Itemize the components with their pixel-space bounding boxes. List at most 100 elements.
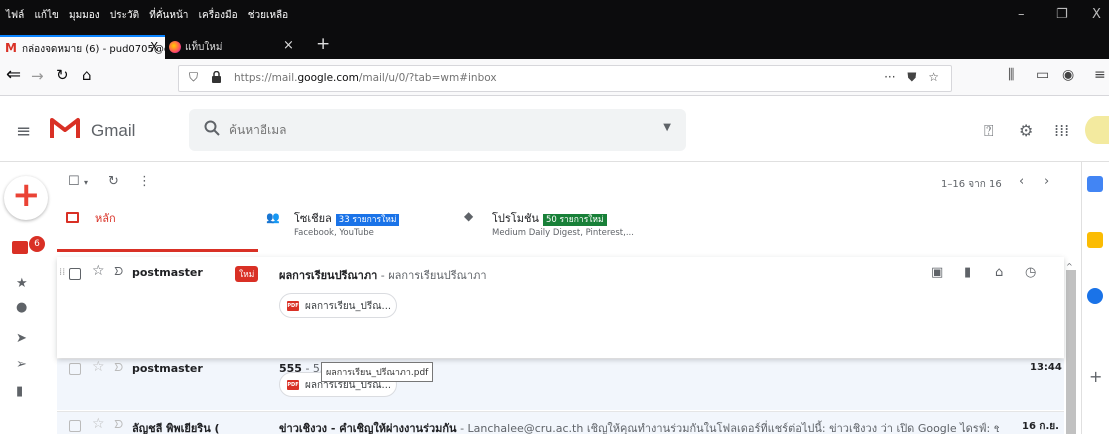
- menu-view[interactable]: มุมมอง: [69, 10, 100, 21]
- account-icon[interactable]: ◉: [1062, 67, 1074, 83]
- scrollbar[interactable]: [1066, 270, 1076, 434]
- lock-icon[interactable]: [212, 71, 221, 83]
- row-checkbox[interactable]: [69, 420, 81, 432]
- avatar[interactable]: [1085, 116, 1109, 144]
- sidebar-toggle-icon[interactable]: ▭: [1036, 67, 1049, 83]
- gmail-logo-text[interactable]: Gmail: [91, 121, 135, 141]
- important-icon[interactable]: ➤: [16, 331, 27, 346]
- attachment-name: ผลการเรียน_ปรีณ...: [305, 301, 392, 312]
- tab-gmail-label: กล่องจดหมาย (6) - pud0705@g: [22, 44, 171, 55]
- primary-inbox-icon: [66, 212, 79, 223]
- add-addon-icon[interactable]: +: [1089, 367, 1102, 386]
- select-dropdown-icon[interactable]: ▾: [84, 178, 88, 187]
- tab-social[interactable]: 👥 โซเชียล 33 รายการใหม่ Facebook, YouTube: [258, 195, 456, 252]
- keep-icon[interactable]: [1087, 232, 1103, 248]
- important-marker-icon[interactable]: ᗤ: [114, 361, 123, 375]
- email-subject: ข่าวเชิงวง - คำเชิญให้ผ่างงานร่วมกัน - L…: [279, 422, 999, 434]
- prev-page-icon[interactable]: ‹: [1019, 174, 1024, 189]
- reload-icon[interactable]: ↻: [56, 66, 69, 84]
- next-page-icon[interactable]: ›: [1044, 174, 1049, 189]
- sent-icon[interactable]: ➢: [16, 357, 27, 372]
- row-checkbox[interactable]: [69, 363, 81, 375]
- menu-bookmarks[interactable]: ที่คั่นหน้า: [149, 10, 188, 21]
- tab-promotions[interactable]: ◆ โปรโมชัน 50 รายการใหม่ Medium Daily Dig…: [456, 195, 656, 252]
- hamburger-menu-icon[interactable]: ≡: [1094, 67, 1106, 83]
- select-all-checkbox[interactable]: ☐: [68, 174, 80, 189]
- drafts-icon[interactable]: ▮: [16, 384, 23, 399]
- email-row[interactable]: ⁞⁞ ☆ ᗤ postmaster ใหม่ ผลการเรียนปรีณาภา…: [57, 257, 1064, 358]
- restore-button[interactable]: ❐: [1056, 7, 1068, 22]
- search-input[interactable]: [229, 120, 629, 140]
- snoozed-icon[interactable]: ●: [16, 300, 27, 315]
- calendar-icon[interactable]: [1087, 176, 1103, 192]
- url-bar[interactable]: ⛉ https://mail.google.com/mail/u/0/?tab=…: [178, 65, 952, 92]
- more-options-icon[interactable]: ⋮: [138, 174, 151, 189]
- tab-close-button[interactable]: X: [150, 40, 158, 54]
- close-window-button[interactable]: X: [1092, 7, 1101, 22]
- menu-bar: ไฟล์ แก้ไข มุมมอง ประวัติ ที่คั่นหน้า เค…: [0, 0, 1109, 32]
- pdf-icon: PDF: [287, 301, 299, 311]
- star-icon[interactable]: ☆: [92, 416, 105, 432]
- pdf-icon: PDF: [287, 380, 299, 390]
- menu-items: ไฟล์ แก้ไข มุมมอง ประวัติ ที่คั่นหน้า เค…: [6, 8, 295, 23]
- tab-new[interactable]: แท็บใหม่ ×: [165, 35, 310, 59]
- attachment-tooltip: ผลการเรียน_ปรีณาภา.pdf: [321, 362, 434, 382]
- important-marker-icon[interactable]: ᗤ: [114, 418, 123, 432]
- tab-gmail[interactable]: M กล่องจดหมาย (6) - pud0705@g X: [0, 35, 170, 59]
- help-icon[interactable]: ⍰: [984, 121, 994, 141]
- refresh-icon[interactable]: ↻: [108, 174, 119, 189]
- forward-icon[interactable]: →: [31, 67, 44, 85]
- back-icon[interactable]: ⇐: [6, 64, 21, 85]
- email-sender: ลัญชลี พิพเยียริน (: [132, 422, 220, 434]
- compose-plus-icon: +: [12, 175, 41, 215]
- archive-icon[interactable]: ▣: [931, 265, 943, 280]
- gmail-logo-icon[interactable]: [50, 116, 80, 140]
- email-time: 16 ก.ย.: [1022, 421, 1059, 432]
- inbox-icon[interactable]: [12, 241, 28, 254]
- library-icon[interactable]: ⫼: [1008, 67, 1014, 83]
- page-actions-icon[interactable]: ···: [884, 70, 895, 84]
- bookmark-star-icon[interactable]: ☆: [928, 70, 939, 84]
- search-box[interactable]: ▼: [189, 109, 686, 151]
- tab-close-button[interactable]: ×: [283, 38, 294, 53]
- tab-social-label: โซเชียล 33 รายการใหม่: [294, 209, 400, 227]
- email-row[interactable]: ☆ ᗤ ลัญชลี พิพเยียริน ( ข่าวเชิงวง - คำเ…: [57, 411, 1064, 434]
- tab-primary[interactable]: หลัก: [57, 195, 258, 252]
- menu-help[interactable]: ช่วยเหลือ: [248, 10, 288, 21]
- firefox-favicon-icon: [169, 41, 181, 53]
- delete-icon[interactable]: ▮: [964, 265, 971, 280]
- menu-history[interactable]: ประวัติ: [110, 10, 139, 21]
- row-checkbox[interactable]: [69, 268, 81, 280]
- email-sender: postmaster: [132, 362, 203, 375]
- compose-button[interactable]: +: [4, 175, 48, 220]
- important-marker-icon[interactable]: ᗤ: [114, 265, 123, 279]
- settings-gear-icon[interactable]: ⚙: [1019, 121, 1033, 140]
- star-icon[interactable]: ☆: [92, 263, 105, 279]
- attachment-chip[interactable]: PDF ผลการเรียน_ปรีณ...: [279, 293, 397, 318]
- scroll-up-icon[interactable]: ^: [1066, 262, 1073, 271]
- gmail-favicon-icon: M: [5, 41, 17, 55]
- promotions-tag-icon: ◆: [464, 209, 474, 223]
- email-row[interactable]: ☆ ᗤ postmaster 555 - 555 PDF ผลการเรียน_…: [57, 359, 1064, 410]
- promotions-new-badge: 50 รายการใหม่: [542, 214, 607, 226]
- shield-icon[interactable]: ⛉: [189, 70, 198, 85]
- starred-icon[interactable]: ★: [16, 276, 28, 291]
- drag-handle-icon[interactable]: ⁞⁞: [59, 267, 65, 278]
- apps-grid-icon[interactable]: ⁞⁞⁞: [1054, 121, 1069, 140]
- home-icon[interactable]: ⌂: [82, 66, 92, 84]
- hover-actions: ▣ ▮ ⌂ ◷: [931, 265, 1061, 281]
- search-icon[interactable]: [204, 120, 220, 136]
- menu-edit[interactable]: แก้ไข: [34, 10, 58, 21]
- menu-file[interactable]: ไฟล์: [6, 10, 24, 21]
- tasks-icon[interactable]: [1087, 288, 1103, 304]
- search-options-icon[interactable]: ▼: [663, 122, 671, 133]
- minimize-button[interactable]: –: [1018, 7, 1025, 22]
- pocket-icon[interactable]: ⛊: [907, 70, 916, 84]
- new-tab-button[interactable]: +: [316, 34, 330, 54]
- snooze-icon[interactable]: ◷: [1025, 265, 1036, 280]
- menu-tools[interactable]: เครื่องมือ: [199, 10, 238, 21]
- main-menu-icon[interactable]: ≡: [16, 121, 31, 142]
- tab-primary-label: หลัก: [95, 212, 116, 225]
- mark-read-icon[interactable]: ⌂: [995, 265, 1003, 280]
- star-icon[interactable]: ☆: [92, 359, 105, 375]
